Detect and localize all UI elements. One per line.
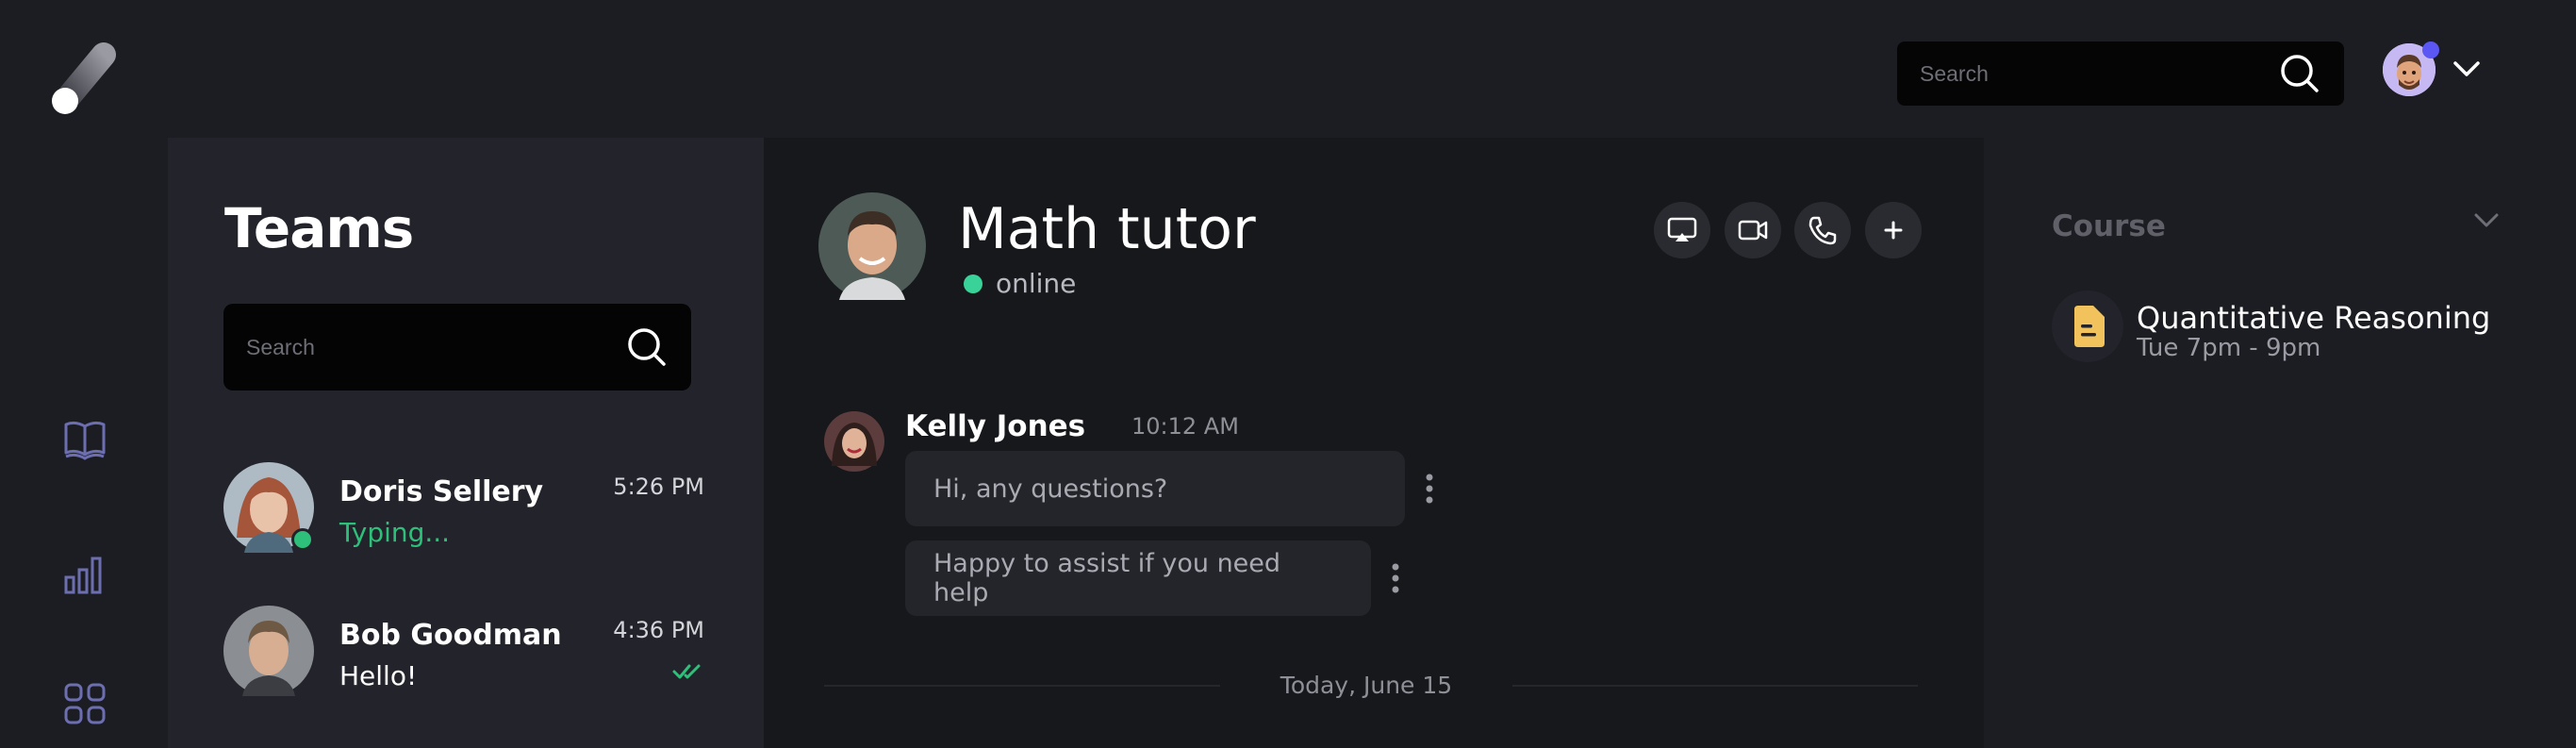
chat-panel: Math tutor online Kelly Jones 10:12 AM H…: [764, 138, 1984, 748]
date-divider: Today, June 15: [1220, 672, 1512, 699]
contact-photo-icon: [223, 606, 314, 696]
contact-item[interactable]: Doris Sellery Typing... 5:26 PM: [223, 462, 704, 557]
chat-avatar[interactable]: [818, 192, 926, 300]
contact-time: 4:36 PM: [613, 617, 704, 643]
sender-name: Kelly Jones: [905, 409, 1086, 443]
contact-name: Bob Goodman: [339, 619, 562, 652]
avatar: [223, 606, 314, 696]
voice-call-button[interactable]: [1794, 202, 1851, 258]
sender-photo-icon: [824, 411, 884, 472]
chat-title: Math tutor: [958, 196, 1256, 262]
teams-panel: Teams Doris Sellery Typing... 5:26 PM: [168, 138, 764, 748]
last-message: Hello!: [339, 660, 418, 691]
message-bubble: Happy to assist if you need help: [905, 540, 1371, 616]
double-check-icon: [672, 664, 701, 679]
more-options-icon[interactable]: [1424, 472, 1435, 506]
global-search-input[interactable]: [1920, 60, 2278, 87]
chevron-down-icon[interactable]: [2472, 211, 2501, 230]
contact-name: Doris Sellery: [339, 475, 544, 508]
book-icon[interactable]: [62, 417, 107, 462]
phone-icon: [1808, 216, 1837, 245]
message-bubble: Hi, any questions?: [905, 451, 1405, 526]
more-options-icon[interactable]: [1390, 561, 1401, 595]
course-heading: Course: [2052, 209, 2166, 243]
presence-status: online: [964, 268, 1076, 299]
course-item-icon-wrap[interactable]: [2052, 291, 2123, 362]
typing-status: Typing...: [339, 517, 451, 548]
search-icon[interactable]: [625, 325, 669, 369]
message-time: 10:12 AM: [1131, 413, 1239, 440]
user-avatar[interactable]: [2383, 42, 2439, 96]
teams-search[interactable]: [223, 304, 691, 391]
online-indicator: [291, 528, 314, 551]
course-name[interactable]: Quantitative Reasoning: [2137, 300, 2490, 336]
online-dot: [964, 274, 983, 293]
plus-icon: [1884, 221, 1903, 240]
grid-icon[interactable]: [62, 681, 107, 726]
search-icon[interactable]: [2278, 52, 2321, 95]
course-time: Tue 7pm - 9pm: [2137, 334, 2321, 362]
sender-avatar[interactable]: [824, 411, 884, 472]
add-button[interactable]: [1865, 202, 1922, 258]
screen-share-button[interactable]: [1654, 202, 1710, 258]
avatar: [223, 462, 314, 553]
screen-share-icon: [1667, 217, 1697, 241]
notification-dot: [2422, 42, 2439, 58]
video-call-button[interactable]: [1725, 202, 1781, 258]
teams-title: Teams: [224, 196, 414, 260]
document-icon: [2074, 306, 2105, 347]
contact-time: 5:26 PM: [613, 474, 704, 500]
app-logo[interactable]: [45, 38, 130, 123]
teams-search-input[interactable]: [246, 334, 625, 360]
global-search[interactable]: [1897, 42, 2344, 106]
bar-chart-icon[interactable]: [62, 551, 107, 596]
tutor-photo-icon: [818, 192, 926, 300]
logo-icon: [52, 42, 116, 114]
contact-item[interactable]: Bob Goodman Hello! 4:36 PM: [223, 606, 704, 700]
chevron-down-icon[interactable]: [2452, 58, 2482, 79]
video-icon: [1738, 220, 1768, 241]
presence-label: online: [996, 268, 1077, 299]
